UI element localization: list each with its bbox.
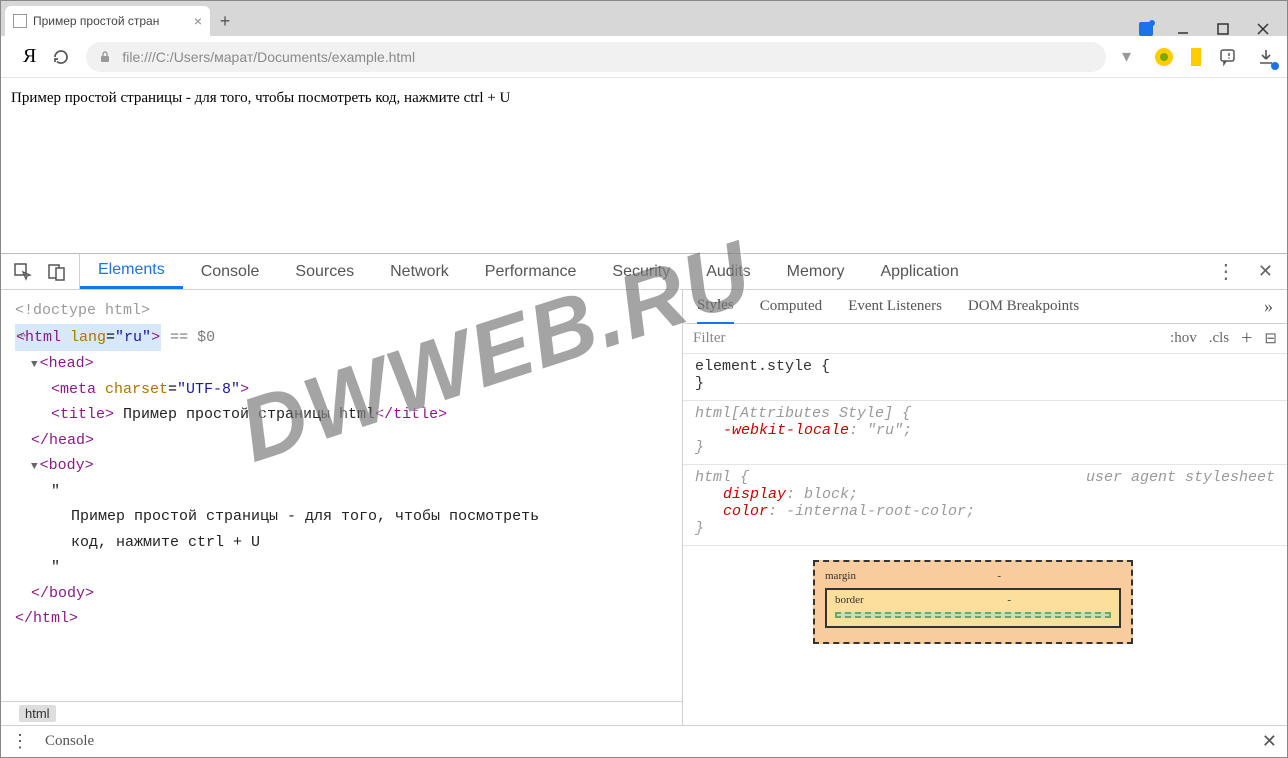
dom-body-open[interactable]: <body>	[40, 457, 94, 474]
extension-icon[interactable]	[1191, 48, 1201, 66]
browser-logo[interactable]: Я	[23, 45, 36, 68]
downloads-icon[interactable]	[1257, 48, 1275, 66]
dom-title[interactable]: <title> Пример простой страницы html</ti…	[15, 402, 668, 428]
page-content: Пример простой страницы - для того, чтоб…	[1, 78, 1287, 253]
window-minimize-button[interactable]	[1177, 23, 1193, 35]
extension-indicator-icon[interactable]	[1139, 22, 1153, 36]
more-tabs-icon[interactable]: »	[1264, 296, 1273, 317]
dom-tree[interactable]: <!doctype html> ⋯ <html lang="ru"> == $0…	[1, 290, 682, 701]
style-rule[interactable]: element.style { }	[683, 354, 1287, 401]
devtools-panel: Elements Console Sources Network Perform…	[1, 253, 1287, 757]
tab-styles[interactable]: Styles	[697, 290, 734, 324]
new-rule-icon[interactable]: +	[1241, 327, 1252, 350]
dom-html-close[interactable]: </html>	[15, 610, 78, 627]
styles-menu-icon[interactable]: ⊟	[1264, 329, 1277, 348]
hov-toggle[interactable]: :hov	[1170, 330, 1197, 347]
feedback-icon[interactable]	[1219, 47, 1239, 67]
new-tab-button[interactable]: +	[210, 6, 240, 36]
console-label: Console	[45, 733, 94, 750]
selection-marker: == $0	[161, 329, 215, 346]
tab-computed[interactable]: Computed	[760, 298, 823, 315]
dom-html-element[interactable]: <html lang="ru">	[15, 324, 161, 352]
reload-button[interactable]	[52, 48, 70, 66]
window-maximize-button[interactable]	[1217, 23, 1233, 35]
dom-ellipsis-icon: ⋯	[17, 324, 27, 350]
devtools-tabbar: Elements Console Sources Network Perform…	[1, 254, 1287, 290]
dom-head-close[interactable]: </head>	[31, 432, 94, 449]
styles-filter-row: Filter :hov .cls + ⊟	[683, 324, 1287, 354]
dom-text-node[interactable]: Пример простой страницы - для того, чтоб…	[15, 504, 575, 555]
tab-performance[interactable]: Performance	[467, 254, 595, 289]
tab-audits[interactable]: Audits	[688, 254, 768, 289]
tab-security[interactable]: Security	[594, 254, 688, 289]
tab-elements[interactable]: Elements	[80, 254, 183, 289]
dom-text-node[interactable]: "	[15, 555, 668, 581]
tab-dom-breakpoints[interactable]: DOM Breakpoints	[968, 298, 1079, 315]
collapse-icon[interactable]: ▼	[31, 359, 40, 371]
styles-pane: Styles Computed Event Listeners DOM Brea…	[682, 290, 1287, 725]
tab-sources[interactable]: Sources	[277, 254, 372, 289]
address-bar: Я file:///C:/Users/марат/Documents/examp…	[1, 36, 1287, 78]
window-close-button[interactable]	[1257, 23, 1273, 35]
close-tab-icon[interactable]: ×	[194, 13, 202, 29]
tab-application[interactable]: Application	[862, 254, 976, 289]
address-input[interactable]: file:///C:/Users/марат/Documents/example…	[86, 42, 1106, 72]
style-rule[interactable]: user agent stylesheet html { display: bl…	[683, 465, 1287, 546]
page-icon	[13, 14, 27, 28]
page-body-text: Пример простой страницы - для того, чтоб…	[11, 90, 510, 106]
dom-text-node[interactable]: "	[15, 479, 668, 505]
devtools-menu-icon[interactable]: ⋮	[1216, 259, 1236, 284]
dom-meta[interactable]: <meta charset="UTF-8">	[15, 377, 668, 403]
device-toolbar-icon[interactable]	[47, 262, 67, 282]
lock-icon	[98, 50, 112, 64]
console-drawer[interactable]: ⋮ Console ✕	[1, 725, 1287, 757]
breadcrumb-item[interactable]: html	[19, 705, 56, 722]
tab-title: Пример простой стран	[33, 14, 159, 28]
extension-icon[interactable]	[1155, 48, 1173, 66]
tab-console[interactable]: Console	[183, 254, 278, 289]
styles-tabbar: Styles Computed Event Listeners DOM Brea…	[683, 290, 1287, 324]
box-model[interactable]: margin- border-	[683, 546, 1287, 644]
devtools-close-icon[interactable]: ✕	[1258, 261, 1273, 282]
address-text: file:///C:/Users/марат/Documents/example…	[122, 49, 415, 65]
cls-toggle[interactable]: .cls	[1209, 330, 1229, 347]
dom-doctype[interactable]: <!doctype html>	[15, 298, 668, 324]
tab-network[interactable]: Network	[372, 254, 467, 289]
inspect-element-icon[interactable]	[13, 262, 33, 282]
tab-event-listeners[interactable]: Event Listeners	[848, 298, 942, 315]
ua-stylesheet-label: user agent stylesheet	[1086, 469, 1275, 486]
filter-input[interactable]: Filter	[693, 330, 726, 347]
browser-tab[interactable]: Пример простой стран ×	[5, 6, 210, 36]
browser-tabstrip: Пример простой стран × +	[1, 1, 1287, 36]
style-rule[interactable]: html[Attributes Style] { -webkit-locale:…	[683, 401, 1287, 465]
collapse-icon[interactable]: ▼	[31, 461, 40, 473]
tab-memory[interactable]: Memory	[769, 254, 863, 289]
console-menu-icon[interactable]: ⋮	[11, 731, 29, 752]
close-drawer-icon[interactable]: ✕	[1262, 731, 1277, 752]
dom-breadcrumb[interactable]: html	[1, 701, 682, 725]
dom-body-close[interactable]: </body>	[31, 585, 94, 602]
dom-head-open[interactable]: <head>	[40, 355, 94, 372]
bookmark-icon[interactable]: ▾	[1122, 46, 1131, 67]
